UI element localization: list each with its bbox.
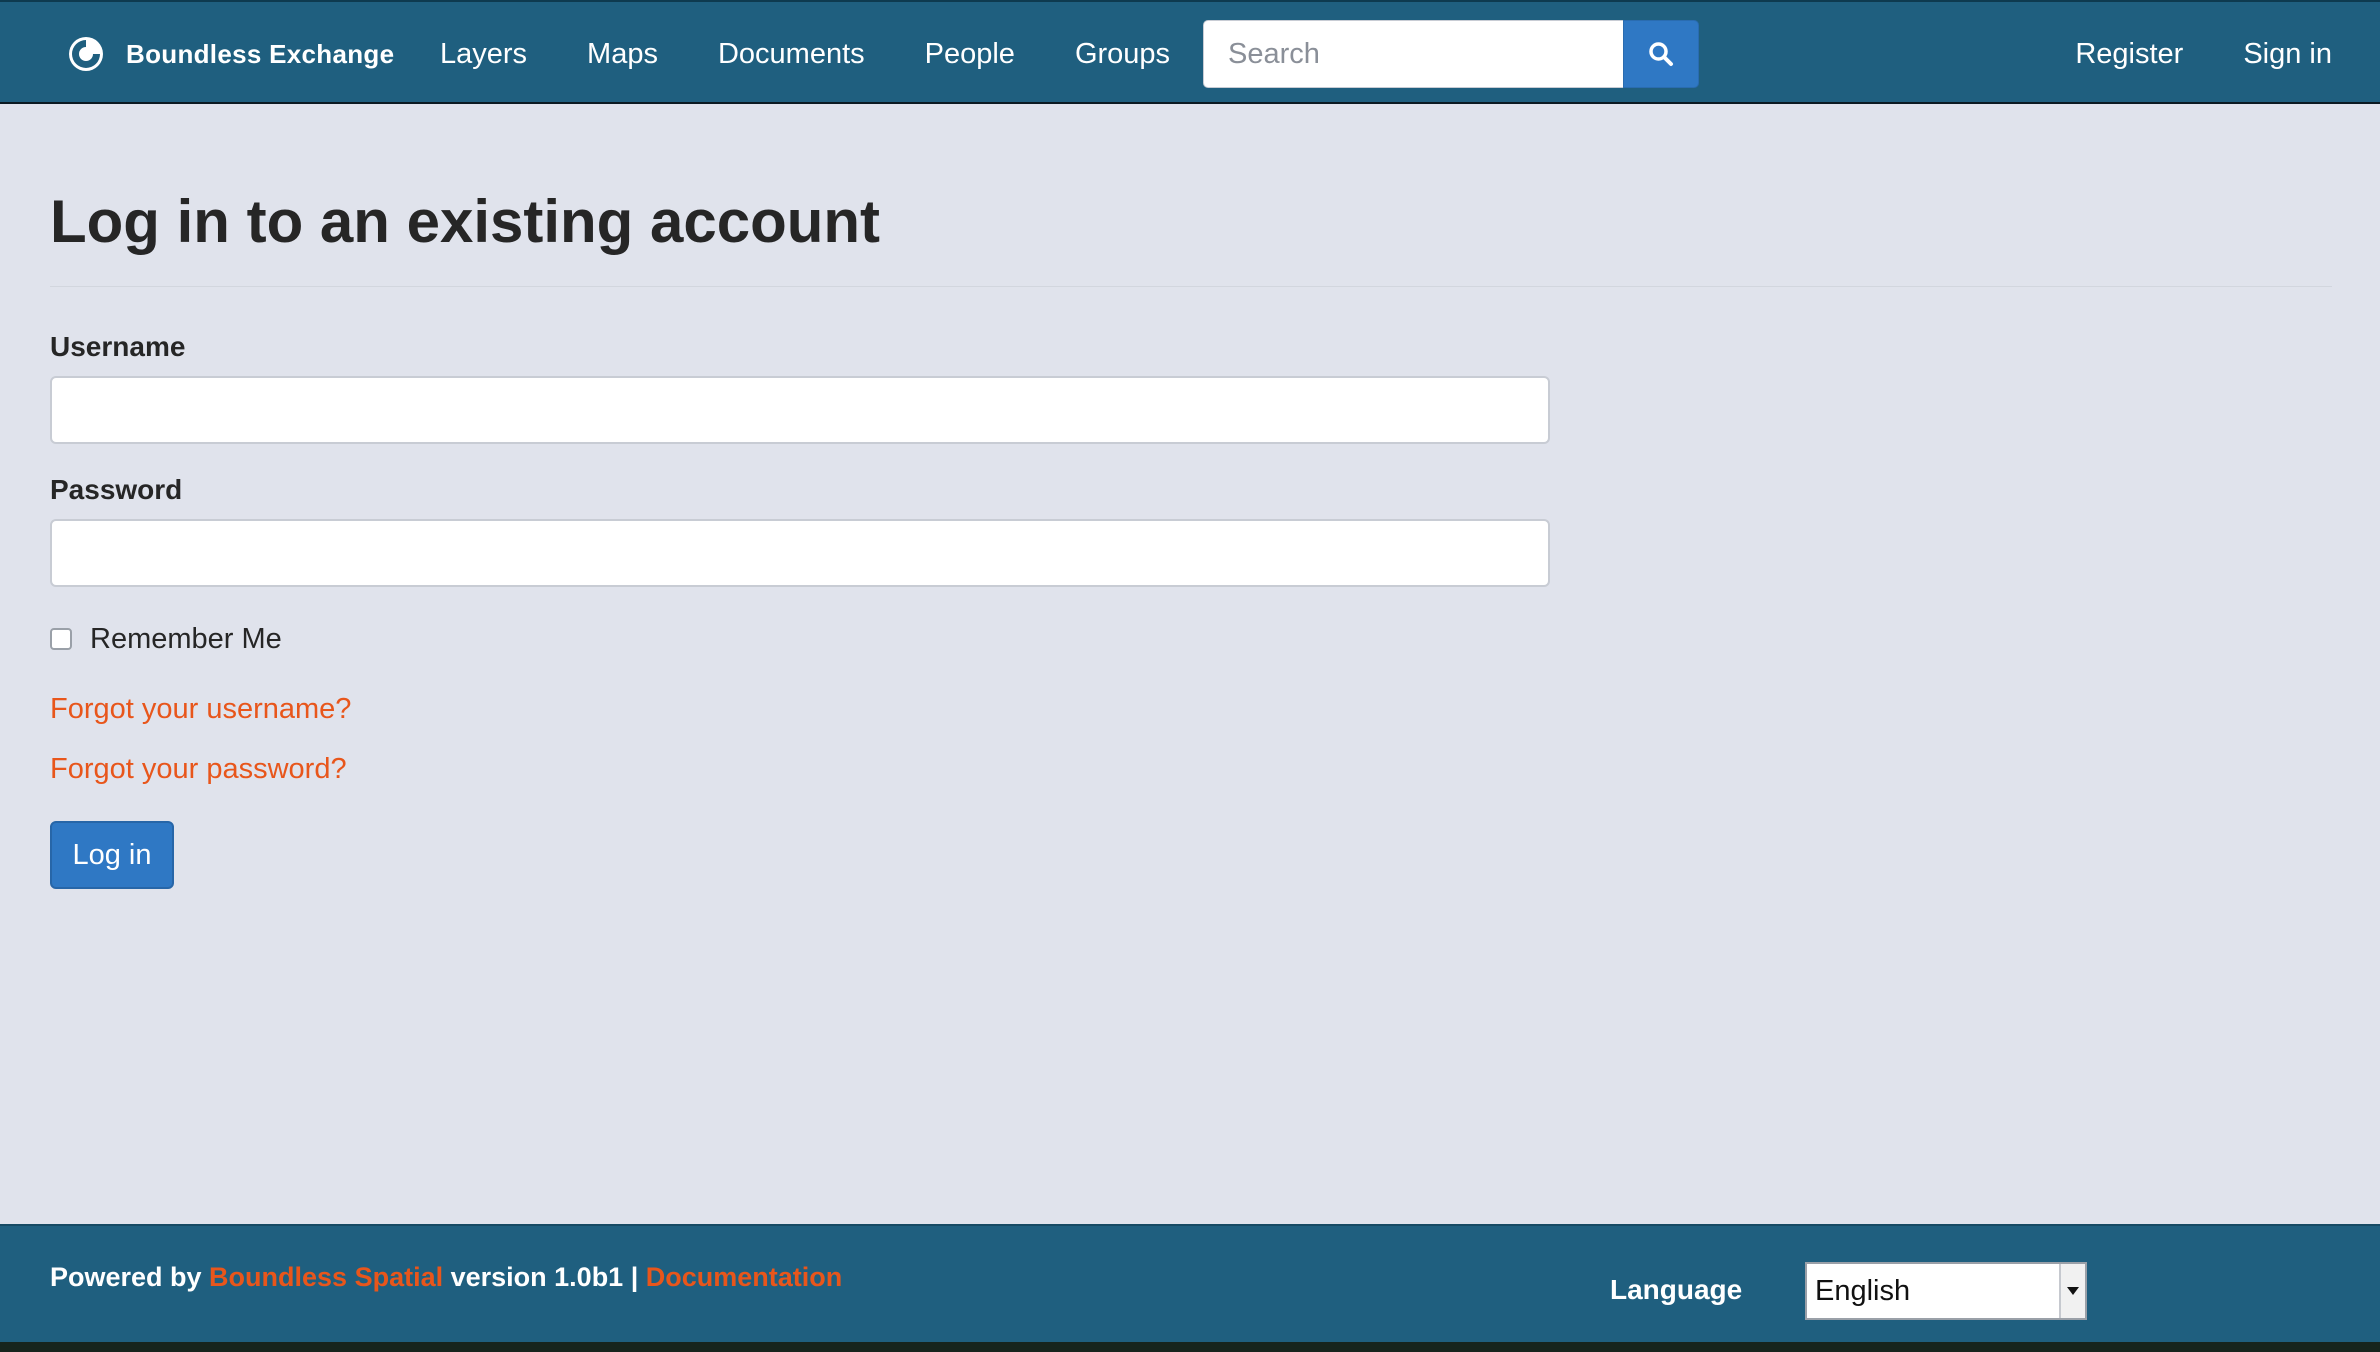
register-link[interactable]: Register [2075,38,2183,71]
password-label: Password [50,474,183,505]
password-input[interactable] [50,519,1550,587]
login-form: Username Password Remember Me Forgot you… [50,327,2332,889]
login-button[interactable]: Log in [50,821,174,889]
brand-name: Boundless Exchange [126,38,395,69]
nav-layers[interactable]: Layers [440,38,527,71]
search-input[interactable] [1203,20,1623,88]
language-select[interactable]: English [1805,1262,2087,1320]
username-label: Username [50,331,186,362]
top-navbar: Boundless Exchange Layers Maps Documents… [0,0,2380,104]
nav-people[interactable]: People [925,38,1015,71]
remember-me-label: Remember Me [90,622,282,655]
brand-link[interactable]: Boundless Exchange [66,32,394,76]
page-footer: Powered by Boundless Spatial version 1.0… [0,1224,2380,1342]
powered-by-text: Powered by Boundless Spatial version 1.0… [50,1262,842,1293]
caret-down-icon [2059,1264,2085,1318]
search-button[interactable] [1623,20,1699,88]
boundless-logo-icon [69,37,103,71]
powered-by-prefix: Powered by [50,1262,210,1292]
forgot-username-link[interactable]: Forgot your username? [50,689,2332,729]
page-title: Log in to an existing account [50,188,881,255]
documentation-link[interactable]: Documentation [646,1262,843,1292]
username-input[interactable] [50,376,1550,444]
footer-bottom-strip [0,1342,2380,1352]
language-selected-value: English [1815,1274,1911,1307]
nav-maps[interactable]: Maps [587,38,658,71]
login-content: Log in to an existing account Username P… [50,104,2332,889]
main-nav: Layers Maps Documents People Groups [440,2,1230,106]
nav-documents[interactable]: Documents [718,38,865,71]
remember-me-checkbox[interactable] [50,628,72,650]
version-text: version 1.0b1 | [443,1262,646,1292]
account-nav: Register Sign in [2015,2,2332,106]
title-divider [50,286,2332,287]
language-label: Language [1610,1274,1743,1305]
search-form [1203,20,1699,88]
forgot-password-link[interactable]: Forgot your password? [50,749,2332,789]
search-icon [1649,42,1673,66]
sign-in-link[interactable]: Sign in [2243,38,2332,71]
remember-me-row: Remember Me [50,619,2332,659]
nav-groups[interactable]: Groups [1075,38,1170,71]
boundless-spatial-link[interactable]: Boundless Spatial [209,1262,443,1292]
